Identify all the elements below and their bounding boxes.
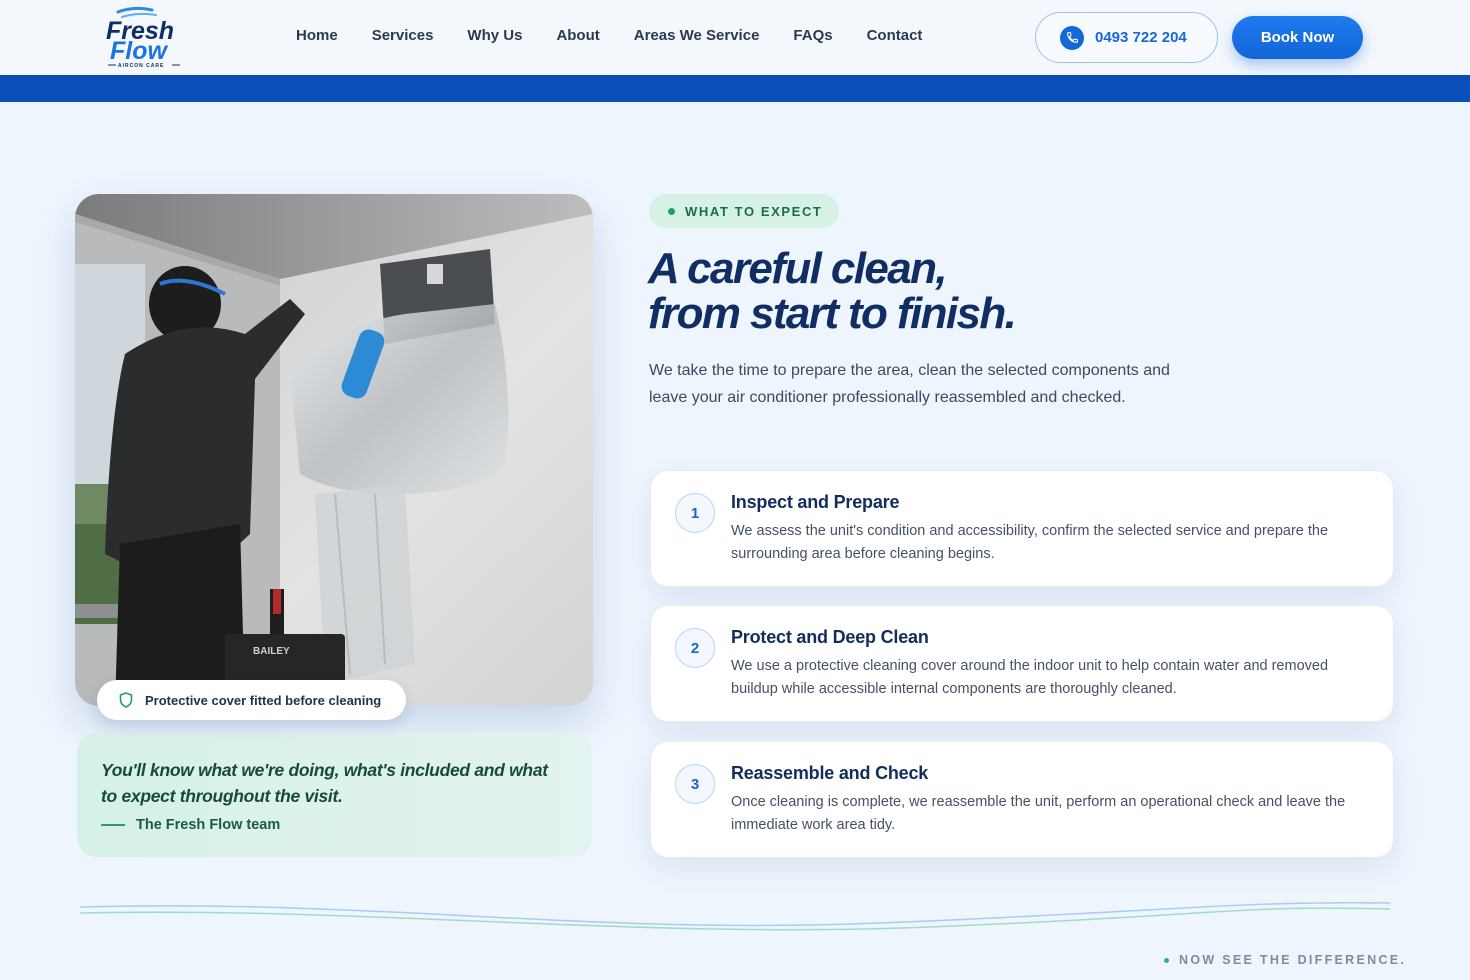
step-number-3: 3 xyxy=(675,764,715,804)
step-card-2: 2 Protect and Deep Clean We use a protec… xyxy=(650,605,1394,722)
shield-icon xyxy=(119,692,133,708)
logo-tagline: AIRCON CARE xyxy=(118,63,164,69)
step-number-1: 1 xyxy=(675,493,715,533)
nav-faqs[interactable]: FAQs xyxy=(793,27,832,44)
step-card-3: 3 Reassemble and Check Once cleaning is … xyxy=(650,741,1394,858)
phone-number: 0493 722 204 xyxy=(1095,29,1187,46)
next-eyebrow-text: NOW SEE THE DIFFERENCE. xyxy=(1179,953,1407,967)
hero-bottom-band xyxy=(0,75,1470,102)
photo-caption-text: Protective cover fitted before cleaning xyxy=(145,692,382,708)
phone-button[interactable]: 0493 722 204 xyxy=(1035,12,1218,63)
headline-line-2: from start to finish. xyxy=(648,289,1017,338)
nav-areas-we-service[interactable]: Areas We Service xyxy=(634,27,760,44)
step-text-2: We use a protective cleaning cover aroun… xyxy=(731,658,1329,697)
site-header: Fresh Flow AIRCON CARE Home Services Why… xyxy=(0,0,1470,75)
section-lead: We take the time to prepare the area, cl… xyxy=(649,362,1170,406)
next-section-eyebrow: NOW SEE THE DIFFERENCE. xyxy=(1164,953,1406,967)
next-eyebrow-dot xyxy=(1164,957,1169,963)
signature-dash xyxy=(101,824,125,826)
wave-divider xyxy=(80,901,1390,931)
step-title-3: Reassemble and Check xyxy=(731,763,929,783)
fresh-flow-logo[interactable]: Fresh Flow AIRCON CARE xyxy=(104,6,190,70)
book-now-button[interactable]: Book Now xyxy=(1232,16,1363,59)
section-eyebrow: WHAT TO EXPECT xyxy=(649,194,839,228)
step-card-1: 1 Inspect and Prepare We assess the unit… xyxy=(650,470,1394,587)
nav-about[interactable]: About xyxy=(556,27,599,44)
technician-cleaning-photo: BAILEY xyxy=(75,194,593,706)
nav-home[interactable]: Home xyxy=(296,27,338,44)
tool-label: BAILEY xyxy=(253,646,290,657)
quote-signature: The Fresh Flow team xyxy=(101,817,568,833)
photo-illustration: BAILEY xyxy=(75,194,593,706)
nav-contact[interactable]: Contact xyxy=(867,27,923,44)
step-title-2: Protect and Deep Clean xyxy=(731,627,929,647)
main-nav: Home Services Why Us About Areas We Serv… xyxy=(296,27,956,44)
quote-text: You'll know what we're doing, what's inc… xyxy=(101,760,548,806)
nav-services[interactable]: Services xyxy=(372,27,434,44)
photo-caption-badge: Protective cover fitted before cleaning xyxy=(97,680,406,720)
quote-author: The Fresh Flow team xyxy=(136,817,281,833)
headline-line-1: A careful clean, xyxy=(648,244,948,293)
nav-why-us[interactable]: Why Us xyxy=(467,27,522,44)
step-title-1: Inspect and Prepare xyxy=(731,492,900,512)
phone-icon xyxy=(1060,25,1084,50)
step-text-3: Once cleaning is complete, we reassemble… xyxy=(731,794,1346,833)
logo-graphic: Fresh Flow AIRCON CARE xyxy=(106,6,180,69)
testimonial-quote: You'll know what we're doing, what's inc… xyxy=(77,733,592,857)
logo-word-flow: Flow xyxy=(110,37,168,65)
section-headline: A careful clean, from start to finish. xyxy=(648,246,1208,336)
eyebrow-dot xyxy=(668,207,675,215)
step-text-1: We assess the unit's condition and acces… xyxy=(731,523,1329,562)
eyebrow-text: WHAT TO EXPECT xyxy=(685,203,823,219)
step-number-2: 2 xyxy=(675,628,715,668)
